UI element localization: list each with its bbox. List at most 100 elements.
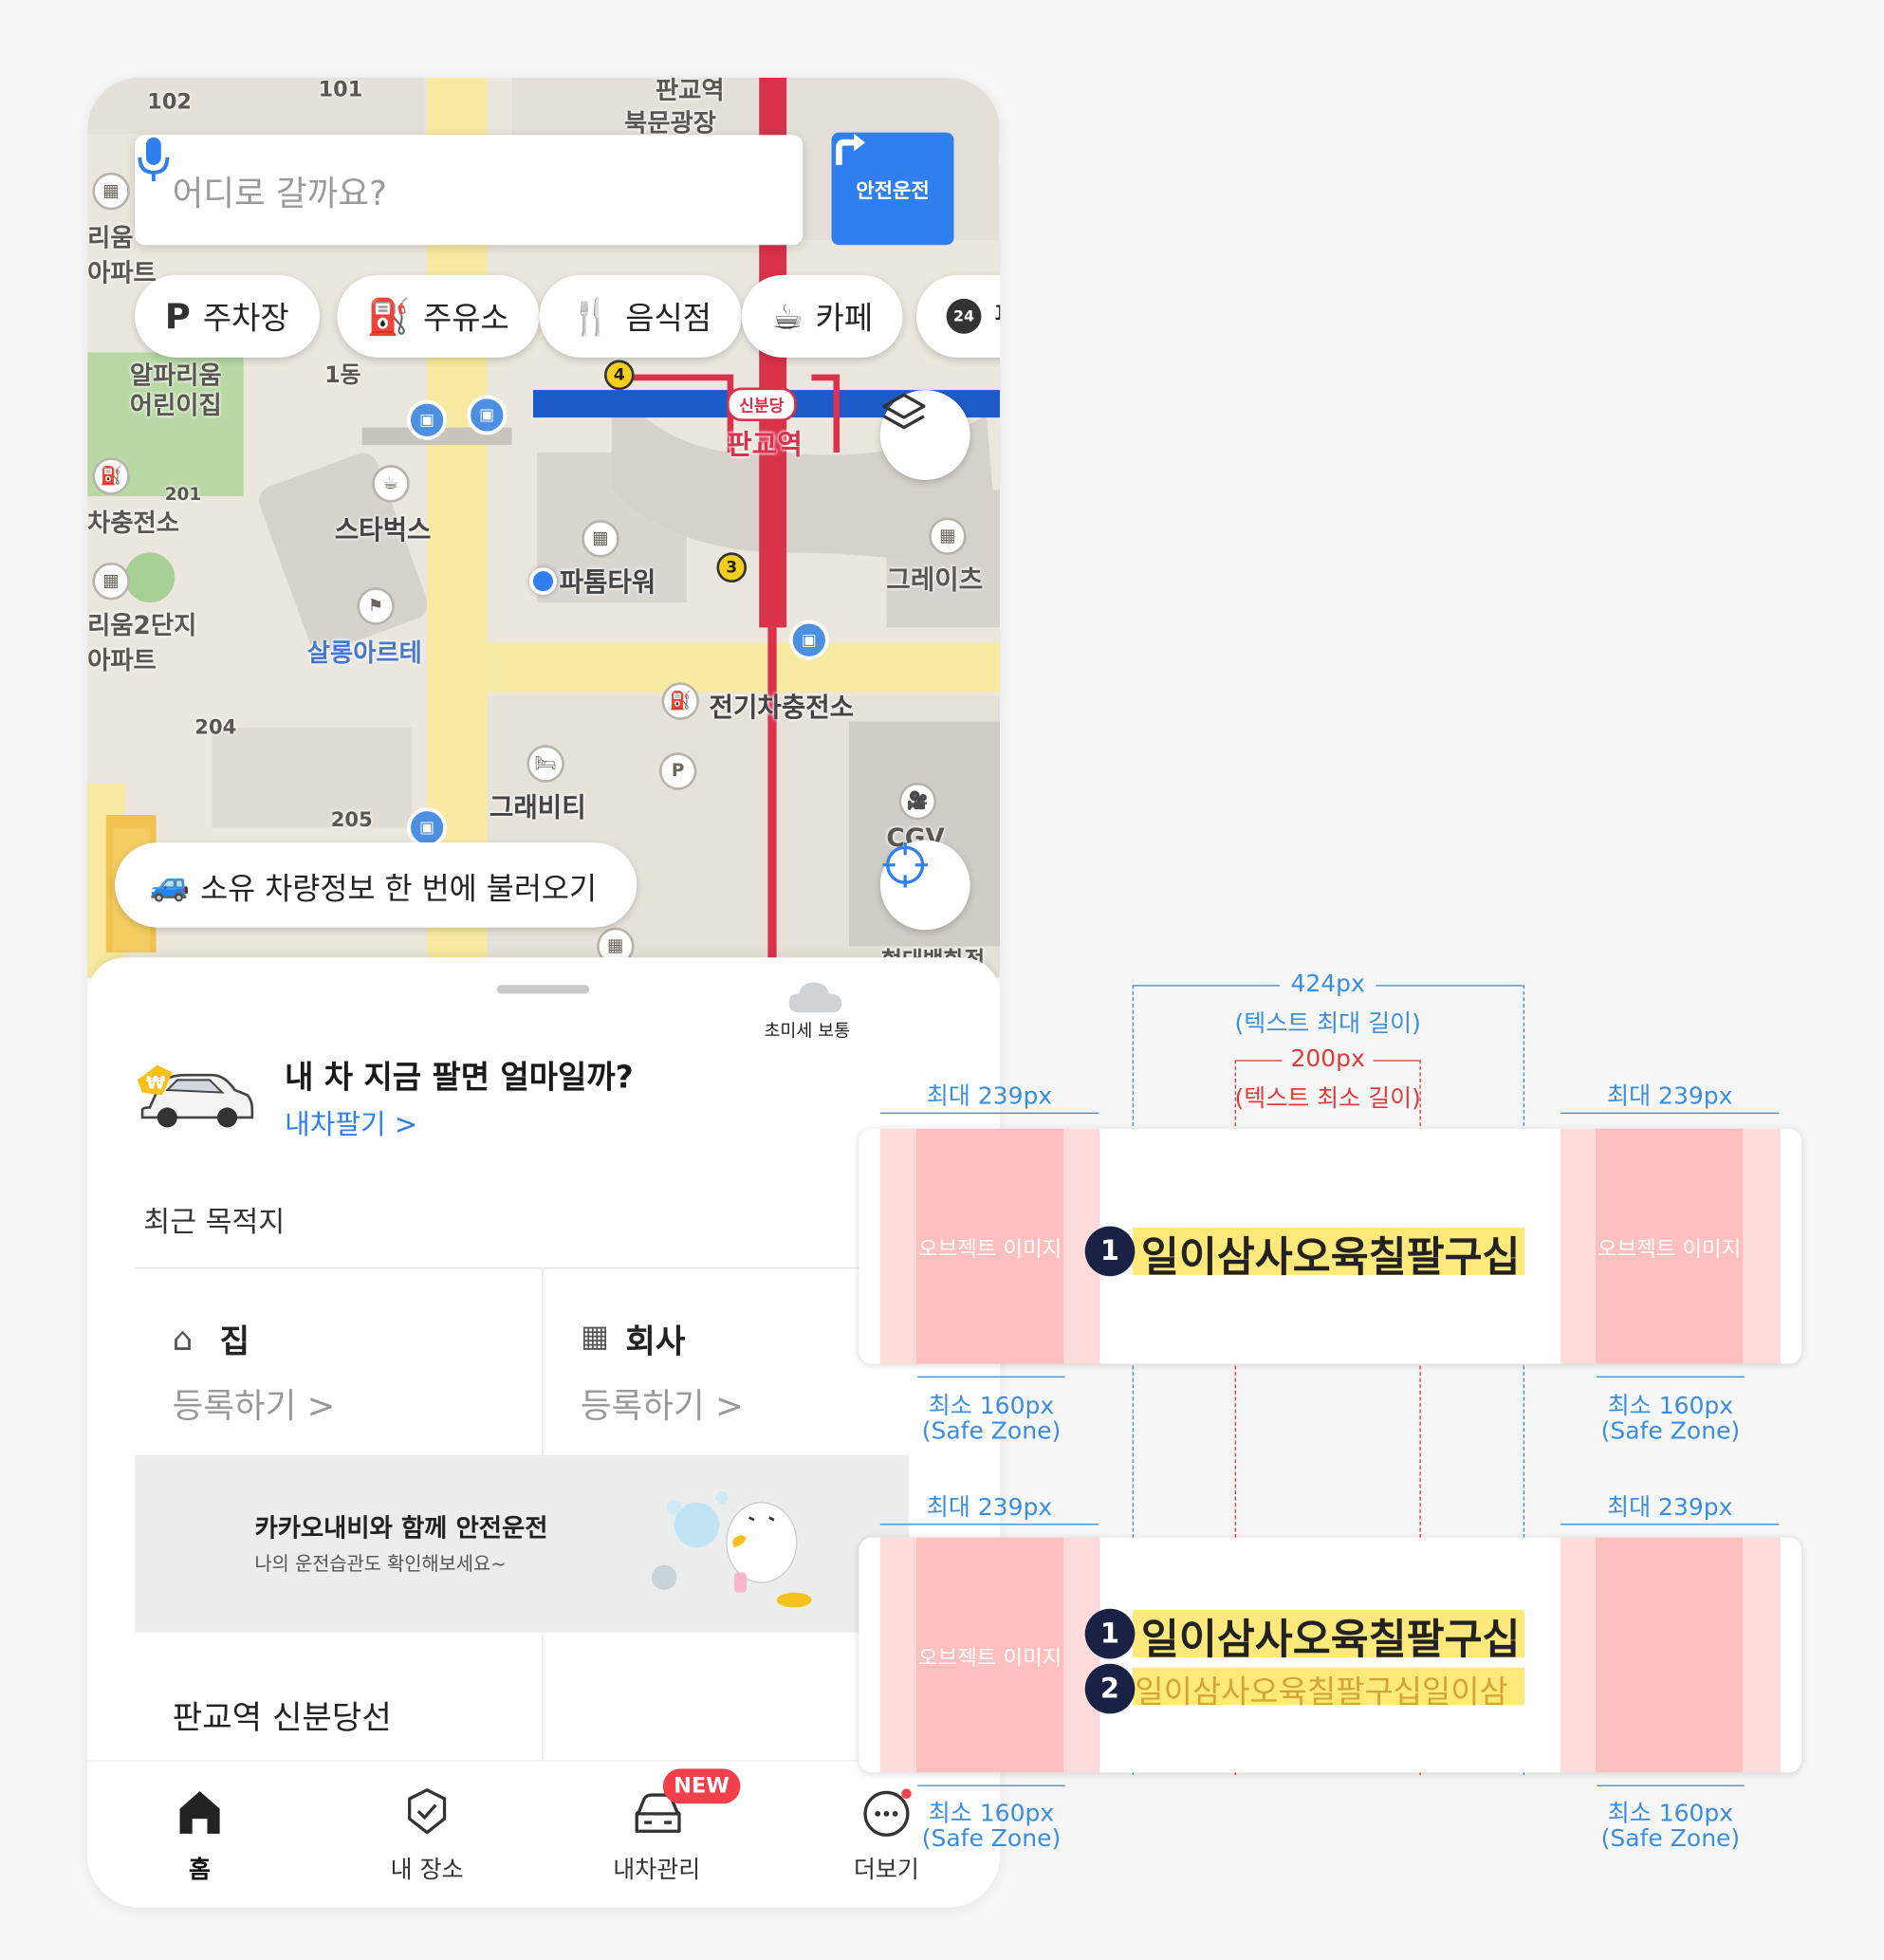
- map-label: 101: [318, 77, 363, 103]
- object-image-right: [1595, 1537, 1744, 1773]
- chip-gas-station[interactable]: ⛽ 주유소: [337, 274, 540, 358]
- home-register[interactable]: 등록하기 >: [173, 1378, 336, 1427]
- gas-station-icon: ⛽: [366, 295, 411, 338]
- map-label: 리움: [87, 222, 134, 253]
- car-sale-icon[interactable]: ₩: [135, 1058, 254, 1133]
- flag-icon: ⚑: [357, 587, 395, 625]
- microphone-icon[interactable]: [135, 135, 172, 185]
- current-location-icon: [529, 567, 557, 596]
- map-label: 차충전소: [87, 507, 180, 538]
- max-text-desc: (텍스트 최대 길이): [1234, 1009, 1421, 1038]
- home-destination[interactable]: ⌂ 집 등록하기 >: [135, 1268, 544, 1457]
- min-text-dim-line: [1234, 1060, 1283, 1062]
- safe-zone-label: (Safe Zone): [921, 1824, 1062, 1853]
- work-register[interactable]: 등록하기 >: [581, 1378, 744, 1427]
- hotel-icon: 🛏: [526, 745, 564, 783]
- building-icon: ▦: [580, 1319, 609, 1354]
- tab-home[interactable]: 홈: [125, 1761, 275, 1907]
- map-view[interactable]: 102 101 판교역 북문광장 리움 아파트 알파리움 어린이집 1동 201…: [87, 77, 1001, 978]
- station-line-tag: 신분당: [726, 387, 797, 422]
- safe-drive-label: 안전운전: [856, 178, 930, 203]
- chip-restaurant[interactable]: 🍴 음식점: [539, 274, 742, 358]
- chip-parking[interactable]: P 주차장: [135, 274, 320, 358]
- max-side-dim: [1561, 1524, 1780, 1525]
- min-side-dim: [1597, 1784, 1745, 1786]
- layers-button[interactable]: [879, 390, 970, 480]
- line-number-badge: 2: [1084, 1663, 1136, 1714]
- layers-icon: [882, 393, 926, 430]
- sell-car-title: 내 차 지금 팔면 얼마일까?: [285, 1059, 634, 1096]
- safe-zone-label: (Safe Zone): [1600, 1417, 1741, 1446]
- chip-label: 주유소: [422, 300, 509, 337]
- stage: 102 101 판교역 북문광장 리움 아파트 알파리움 어린이집 1동 201…: [0, 0, 1884, 1960]
- map-label: 아파트: [87, 644, 157, 675]
- bus-stop-icon[interactable]: ▣: [407, 807, 448, 848]
- min-side-dim: [917, 1784, 1065, 1786]
- sell-car-link[interactable]: 내차팔기 >: [285, 1102, 417, 1142]
- home-title: 집: [219, 1323, 250, 1361]
- locate-me-button[interactable]: [879, 840, 970, 931]
- chip-label: 음식점: [625, 300, 712, 337]
- car-info-label: 소유 차량정보 한 번에 불러오기: [200, 870, 598, 906]
- min-text-desc: (텍스트 최소 길이): [1234, 1084, 1421, 1113]
- exit-number-icon: 4: [603, 360, 635, 391]
- sheet-drag-handle[interactable]: [496, 985, 590, 994]
- chip-label: 편: [994, 294, 1001, 339]
- work-title: 회사: [625, 1323, 686, 1361]
- subtitle-text-line2: 일이삼사오육칠팔구십일이삼: [1135, 1673, 1508, 1710]
- min-side-label: 최소 160px: [928, 1392, 1055, 1420]
- map-label: 204: [194, 714, 237, 739]
- tab-car-manage[interactable]: NEW 내차관리: [582, 1761, 741, 1907]
- bus-stop-icon[interactable]: ▣: [467, 395, 508, 435]
- chip-cafe[interactable]: ☕ 카페: [741, 274, 903, 358]
- tab-label: 내차관리: [613, 1856, 701, 1884]
- max-text-dim-line: [1376, 985, 1524, 987]
- recent-route-label: 판교역 신분당선: [172, 1699, 392, 1738]
- cafe-icon: ☕: [771, 295, 803, 338]
- max-side-dim: [879, 1524, 1099, 1525]
- 24h-store-icon: 24: [946, 298, 982, 334]
- tab-label: 내 장소: [390, 1856, 464, 1884]
- search-bar[interactable]: 어디로 갈까요?: [135, 135, 803, 246]
- max-text-width: 424px: [1290, 970, 1365, 998]
- safe-drive-banner[interactable]: 카카오내비와 함께 안전운전 나의 운전습관도 확인해보세요~: [135, 1454, 910, 1633]
- max-side-dim: [879, 1112, 1099, 1114]
- bottom-tab-bar: 홈 내 장소 NEW 내차관리 더보기: [87, 1760, 1001, 1908]
- map-label: 그래비티: [489, 792, 586, 823]
- tab-label: 홈: [189, 1856, 212, 1884]
- title-text-line1: 일이삼사오육칠팔구십: [1140, 1615, 1521, 1664]
- bus-stop-icon[interactable]: ▣: [788, 619, 829, 660]
- station-label[interactable]: 판교역: [727, 422, 803, 462]
- restaurant-icon: 🍴: [569, 295, 614, 338]
- building-icon: ▦: [92, 562, 130, 601]
- tab-my-place[interactable]: 내 장소: [352, 1761, 502, 1907]
- map-label: 205: [330, 807, 373, 832]
- min-text-width: 200px: [1290, 1045, 1365, 1073]
- map-label: 리움2단지: [87, 609, 197, 640]
- map-label: 아파트: [87, 257, 157, 288]
- spec-banner-one-line: 오브젝트 이미지 오브젝트 이미지 일이삼사오육칠팔구십 1: [859, 1128, 1802, 1364]
- car-info-button[interactable]: 🚙 소유 차량정보 한 번에 불러오기: [115, 842, 637, 928]
- object-image-left: 오브젝트 이미지: [916, 1128, 1064, 1364]
- safe-drive-button[interactable]: 안전운전: [831, 132, 954, 246]
- crosshair-icon: [882, 842, 928, 888]
- max-side-label: 최대 239px: [926, 1493, 1053, 1522]
- search-placeholder: 어디로 갈까요?: [172, 174, 387, 213]
- weather-widget[interactable]: 초미세 보통: [764, 975, 876, 1043]
- weather-label: 초미세 보통: [764, 1021, 851, 1042]
- map-label: 102: [147, 89, 193, 116]
- cloud-icon: [788, 982, 842, 1013]
- cafe-icon: ☕: [372, 465, 410, 503]
- min-side-label: 최소 160px: [1607, 1392, 1734, 1420]
- tab-label: 더보기: [853, 1856, 919, 1884]
- map-label-starbucks[interactable]: 스타벅스: [335, 510, 432, 548]
- safe-zone-label: (Safe Zone): [921, 1417, 1062, 1446]
- bus-stop-icon[interactable]: ▣: [407, 399, 448, 440]
- duck-mascot-icon: [652, 1490, 812, 1608]
- map-label: 그레이츠: [886, 564, 984, 596]
- max-text-dim-line: [1132, 985, 1281, 987]
- building-icon: ▦: [92, 172, 130, 211]
- safe-zone-label: (Safe Zone): [1600, 1824, 1741, 1853]
- chip-convenience[interactable]: 24 편: [916, 274, 1001, 358]
- object-image-right: 오브젝트 이미지: [1595, 1128, 1744, 1364]
